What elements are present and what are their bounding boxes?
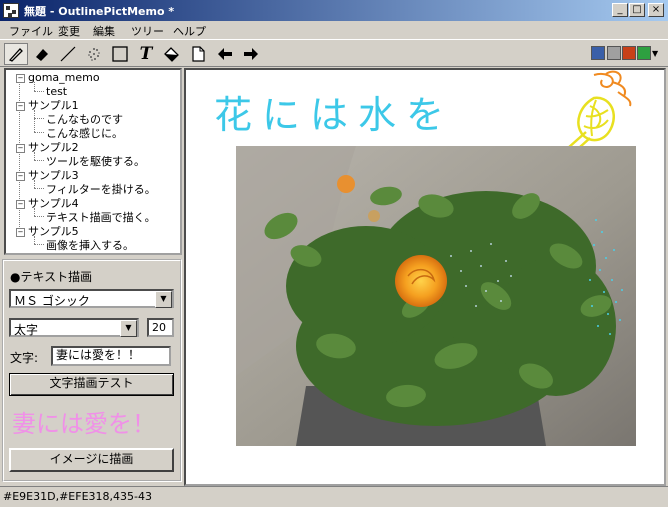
style-select-value: 太字 — [14, 323, 39, 337]
inserted-rose-photo — [236, 146, 636, 446]
undo-button[interactable] — [213, 43, 237, 65]
text-draw-test-button[interactable]: 文字描画テスト — [9, 373, 174, 396]
tree-node[interactable]: ツールを駆使する。 — [46, 155, 145, 168]
window-title: 無題 - OutlinePictMemo * — [24, 5, 175, 18]
text-tool-button[interactable]: T — [134, 43, 158, 65]
tree-node[interactable]: 画像を挿入する。 — [46, 239, 134, 252]
status-text: #E9E31D,#EFE318,435-43 — [3, 490, 152, 503]
text-draw-panel: ●テキスト描画 ＭＳ ゴシック ▼ 太字 ▼ 20 文字: 妻には愛を！！ 文字… — [2, 259, 182, 482]
tree-node-sample5[interactable]: サンプル5 — [28, 225, 79, 238]
tree-node[interactable]: こんな感じに。 — [46, 127, 123, 140]
menu-help[interactable]: ヘルプ — [173, 23, 206, 39]
fill-tool-button[interactable] — [160, 43, 184, 65]
rectangle-icon — [112, 46, 128, 62]
tree-expander[interactable]: − — [16, 200, 25, 209]
tree-node-goma-memo[interactable]: goma_memo — [28, 71, 100, 84]
menu-bar: ファイル 変更 編集 ツリー ヘルプ — [0, 21, 668, 39]
menu-edit[interactable]: 編集 — [93, 23, 115, 39]
tree-node[interactable]: フィルターを掛ける。 — [46, 183, 156, 196]
arrow-right-icon — [244, 48, 258, 60]
text-preview: 妻には愛を！ — [12, 410, 156, 438]
text-icon: T — [139, 44, 153, 64]
pen-icon — [8, 48, 23, 62]
font-select[interactable]: ＭＳ ゴシック ▼ — [9, 289, 174, 308]
color-swatch-gray[interactable] — [607, 46, 621, 60]
chevron-down-icon[interactable]: ▼ — [155, 291, 172, 308]
minimize-button[interactable]: _ — [612, 3, 628, 17]
drawing-canvas[interactable]: 花には水を — [184, 68, 666, 486]
paint-bucket-icon — [164, 47, 179, 62]
maximize-button[interactable]: □ — [629, 3, 645, 17]
color-dropdown-icon[interactable]: ▼ — [652, 49, 658, 58]
spray-icon — [88, 48, 100, 61]
color-swatch-green[interactable] — [637, 46, 651, 60]
text-input[interactable]: 妻には愛を！！ — [51, 346, 171, 366]
arrow-left-icon — [218, 48, 232, 60]
tree-node[interactable]: テキスト描画で描く。 — [46, 211, 156, 224]
handwritten-text: 花には水を — [214, 93, 455, 137]
tree-node[interactable]: こんなものです — [46, 113, 123, 126]
tree-expander[interactable]: − — [16, 228, 25, 237]
font-size-input[interactable]: 20 — [147, 318, 174, 337]
tree-expander[interactable]: − — [16, 144, 25, 153]
tree-expander[interactable]: − — [16, 102, 25, 111]
spray-tool-button[interactable] — [82, 43, 106, 65]
line-tool-button[interactable] — [56, 43, 80, 65]
menu-tree[interactable]: ツリー — [131, 23, 164, 39]
tree-node-sample1[interactable]: サンプル1 — [28, 99, 79, 112]
draw-to-image-button[interactable]: イメージに描画 — [9, 448, 174, 472]
tree-expander[interactable]: − — [16, 172, 25, 181]
spray-doodle — [589, 219, 623, 335]
app-icon[interactable] — [3, 3, 19, 18]
rectangle-tool-button[interactable] — [108, 43, 132, 65]
outline-tree[interactable]: − goma_memo test − サンプル1 こんなものです こんな感じに。… — [4, 68, 182, 255]
menu-file[interactable]: ファイル — [9, 23, 53, 39]
style-select[interactable]: 太字 ▼ — [9, 318, 139, 337]
line-icon — [60, 46, 76, 62]
panel-heading: ●テキスト描画 — [10, 270, 93, 284]
tree-node-sample2[interactable]: サンプル2 — [28, 141, 79, 154]
eraser-icon — [36, 49, 48, 61]
text-label: 文字: — [10, 351, 39, 365]
tree-node-sample3[interactable]: サンプル3 — [28, 169, 79, 182]
menu-change[interactable]: 変更 — [58, 23, 80, 39]
eraser-tool-button[interactable] — [30, 43, 54, 65]
tree-node[interactable]: test — [46, 85, 67, 98]
font-select-value: ＭＳ ゴシック — [14, 294, 90, 308]
tree-expander[interactable]: − — [16, 74, 25, 83]
tree-node-sample4[interactable]: サンプル4 — [28, 197, 79, 210]
color-swatch-red[interactable] — [622, 46, 636, 60]
new-page-icon — [192, 46, 205, 62]
chevron-down-icon[interactable]: ▼ — [120, 320, 137, 337]
pen-tool-button[interactable] — [4, 43, 28, 65]
title-bar: 無題 - OutlinePictMemo * _ □ × — [0, 0, 668, 21]
status-bar: #E9E31D,#EFE318,435-43 — [0, 486, 668, 507]
toolbar: T ▼ — [0, 39, 668, 67]
new-page-button[interactable] — [186, 43, 210, 65]
close-button[interactable]: × — [648, 3, 664, 17]
color-swatch-blue[interactable] — [591, 46, 605, 60]
redo-button[interactable] — [239, 43, 263, 65]
